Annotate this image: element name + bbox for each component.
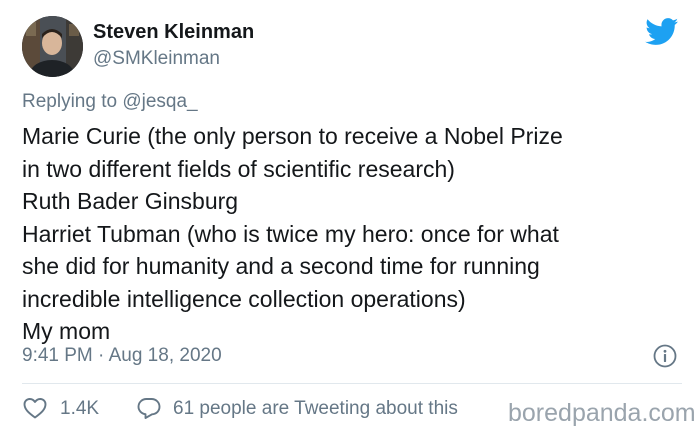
replying-prefix: Replying to <box>22 91 118 112</box>
tweet-text: Marie Curie (the only person to receive … <box>22 120 692 348</box>
heart-icon[interactable] <box>22 396 48 420</box>
conversation-link[interactable]: 61 people are Tweeting about this <box>173 398 458 420</box>
tweet-line: My mom <box>22 318 111 344</box>
replying-to: Replying to @jesqa_ <box>22 91 198 113</box>
tweet-line: she did for humanity and a second time f… <box>22 253 540 279</box>
tweet-card: Steven Kleinman @SMKleinman Replying to … <box>0 0 700 437</box>
display-name[interactable]: Steven Kleinman <box>93 21 254 44</box>
tweet-line: incredible intelligence collection opera… <box>22 285 466 312</box>
reply-icon[interactable] <box>136 396 162 420</box>
like-count[interactable]: 1.4K <box>60 398 99 420</box>
info-icon[interactable] <box>653 344 677 368</box>
tweet-line: in two different fields of scientific re… <box>22 155 455 182</box>
reply-mention-link[interactable]: @jesqa_ <box>122 91 197 112</box>
tweet-timestamp[interactable]: 9:41 PM · Aug 18, 2020 <box>22 345 222 367</box>
user-handle[interactable]: @SMKleinman <box>93 48 220 70</box>
divider <box>22 383 682 384</box>
tweet-line: Marie Curie (the only person to receive … <box>22 123 563 149</box>
twitter-bird-icon[interactable] <box>645 18 679 46</box>
tweet-line: Harriet Tubman (who is twice my hero: on… <box>22 220 559 247</box>
avatar[interactable] <box>22 16 83 77</box>
watermark: boredpanda.com <box>508 399 696 427</box>
tweet-line: Ruth Bader Ginsburg <box>22 188 239 214</box>
